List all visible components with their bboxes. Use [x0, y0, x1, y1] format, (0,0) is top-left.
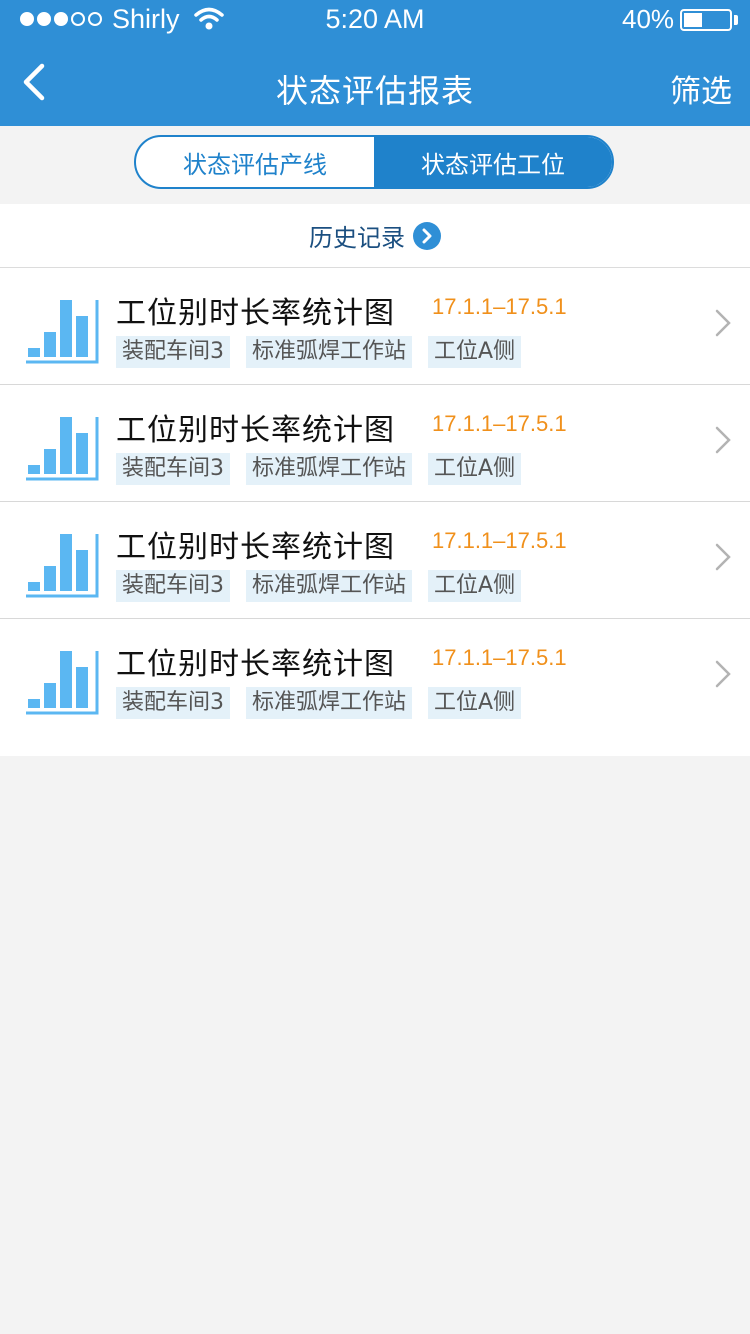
item-title: 工位别时长率统计图: [116, 413, 395, 448]
filter-button[interactable]: 筛选: [670, 66, 732, 111]
tag-workshop: 装配车间3: [116, 687, 230, 719]
segment-bar: 状态评估产线 状态评估工位: [0, 126, 750, 204]
report-list: 工位别时长率统计图 17.1.1–17.5.1 装配车间3 标准弧焊工作站 工位…: [0, 268, 750, 756]
history-label: 历史记录: [309, 224, 405, 252]
bar-chart-icon: [26, 300, 99, 364]
tab-workstation[interactable]: 状态评估工位: [374, 137, 612, 187]
tag-station: 标准弧焊工作站: [246, 336, 413, 368]
tag-workshop: 装配车间3: [116, 570, 230, 602]
item-title: 工位别时长率统计图: [116, 647, 395, 682]
bar-chart-icon: [26, 417, 99, 481]
list-item[interactable]: 工位别时长率统计图 17.1.1–17.5.1 装配车间3 标准弧焊工作站 工位…: [0, 502, 750, 619]
chevron-right-icon: [715, 543, 731, 571]
tag-workshop: 装配车间3: [116, 336, 230, 368]
bar-chart-icon: [26, 651, 99, 715]
chevron-right-circle-icon: [413, 221, 441, 250]
tag-position: 工位A侧: [428, 687, 522, 719]
tag-station: 标准弧焊工作站: [246, 453, 413, 485]
battery-icon: [680, 9, 732, 31]
item-title: 工位别时长率统计图: [116, 530, 395, 565]
chevron-right-icon: [715, 426, 731, 454]
status-bar: Shirly 5:20 AM 40%: [0, 0, 750, 40]
item-date: 17.1.1–17.5.1: [432, 528, 567, 553]
bar-chart-icon: [26, 534, 99, 598]
segmented-control: 状态评估产线 状态评估工位: [134, 135, 614, 189]
tag-group: 装配车间3 标准弧焊工作站 工位A侧: [116, 687, 522, 719]
tab-production-line[interactable]: 状态评估产线: [136, 137, 374, 187]
battery-percent: 40%: [622, 4, 675, 34]
chevron-right-icon: [715, 660, 731, 688]
history-link[interactable]: 历史记录: [0, 204, 750, 268]
item-date: 17.1.1–17.5.1: [432, 411, 567, 436]
tag-group: 装配车间3 标准弧焊工作站 工位A侧: [116, 453, 522, 485]
item-title: 工位别时长率统计图: [116, 296, 395, 331]
chevron-right-icon: [715, 309, 731, 337]
list-item[interactable]: 工位别时长率统计图 17.1.1–17.5.1 装配车间3 标准弧焊工作站 工位…: [0, 385, 750, 502]
tag-group: 装配车间3 标准弧焊工作站 工位A侧: [116, 570, 522, 602]
item-date: 17.1.1–17.5.1: [432, 645, 567, 670]
tag-position: 工位A侧: [428, 336, 522, 368]
header: Shirly 5:20 AM 40% 状态评估报表 筛选: [0, 0, 750, 126]
list-item[interactable]: 工位别时长率统计图 17.1.1–17.5.1 装配车间3 标准弧焊工作站 工位…: [0, 619, 750, 756]
battery-tip: [734, 15, 738, 25]
tag-station: 标准弧焊工作站: [246, 687, 413, 719]
tag-workshop: 装配车间3: [116, 453, 230, 485]
tag-station: 标准弧焊工作站: [246, 570, 413, 602]
tag-position: 工位A侧: [428, 570, 522, 602]
page-title: 状态评估报表: [275, 72, 474, 110]
item-date: 17.1.1–17.5.1: [432, 294, 567, 319]
tag-group: 装配车间3 标准弧焊工作站 工位A侧: [116, 336, 522, 368]
tag-position: 工位A侧: [428, 453, 522, 485]
list-item[interactable]: 工位别时长率统计图 17.1.1–17.5.1 装配车间3 标准弧焊工作站 工位…: [0, 268, 750, 385]
